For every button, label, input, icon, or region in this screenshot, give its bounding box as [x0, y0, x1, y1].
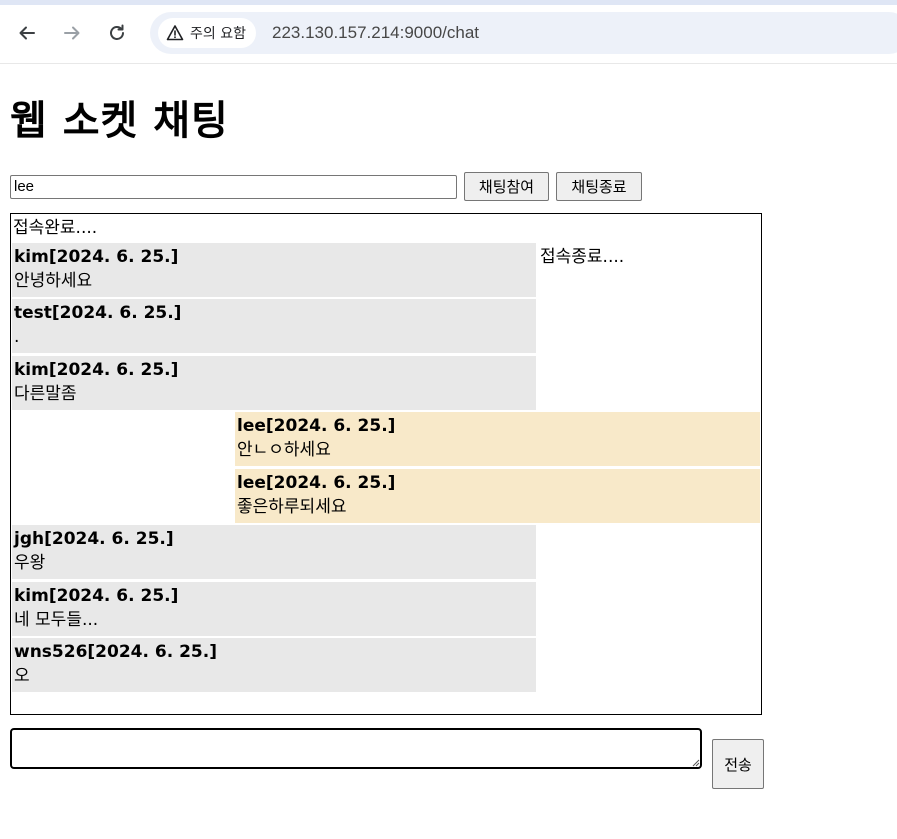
message-text: 네 모두들... — [14, 610, 99, 630]
status-ended: 접속종료.... — [540, 247, 625, 267]
message-sender: lee[2024. 6. 25.] — [237, 416, 396, 436]
arrow-right-icon — [64, 26, 80, 40]
message-text: . — [14, 327, 20, 347]
message-sender: kim[2024. 6. 25.] — [14, 247, 179, 267]
url-text[interactable]: 223.130.157.214:9000/chat — [272, 23, 479, 43]
chat-message: test[2024. 6. 25.] . — [12, 299, 536, 353]
reload-icon — [110, 24, 124, 40]
chat-message-mine: lee[2024. 6. 25.] 안ㄴㅇ하세요 — [235, 412, 760, 466]
message-sender: test[2024. 6. 25.] — [14, 303, 182, 323]
back-button[interactable] — [13, 19, 41, 47]
message-textarea[interactable] — [10, 728, 702, 769]
warning-icon — [166, 25, 184, 41]
message-sender: kim[2024. 6. 25.] — [14, 586, 179, 606]
security-chip[interactable]: 주의 요함 — [158, 18, 256, 48]
chat-log[interactable]: 접속완료.... 접속종료.... kim[2024. 6. 25.] 안녕하세… — [10, 213, 762, 715]
leave-chat-button[interactable]: 채팅종료 — [556, 172, 642, 201]
security-label: 주의 요함 — [190, 26, 246, 42]
status-connected: 접속완료.... — [13, 218, 98, 238]
chat-message-mine: lee[2024. 6. 25.] 좋은하루되세요 — [235, 469, 760, 523]
message-sender: jgh[2024. 6. 25.] — [14, 529, 174, 549]
resize-grip-icon[interactable] — [690, 757, 700, 767]
send-button[interactable]: 전송 — [712, 739, 764, 789]
chat-message: wns526[2024. 6. 25.] 오 — [12, 638, 536, 692]
browser-accent-strip — [0, 0, 897, 5]
message-sender: kim[2024. 6. 25.] — [14, 360, 179, 380]
page-title: 웹 소켓 채팅 — [10, 98, 229, 144]
message-sender: lee[2024. 6. 25.] — [237, 473, 396, 493]
message-sender: wns526[2024. 6. 25.] — [14, 642, 217, 662]
name-input[interactable] — [10, 175, 457, 199]
browser-toolbar: 주의 요함 223.130.157.214:9000/chat — [0, 0, 897, 64]
forward-button[interactable] — [58, 19, 86, 47]
chat-message: kim[2024. 6. 25.] 안녕하세요 — [12, 243, 536, 297]
message-text: 다른말좀 — [14, 384, 77, 404]
message-text: 안녕하세요 — [14, 271, 93, 291]
address-bar[interactable]: 주의 요함 223.130.157.214:9000/chat — [150, 12, 897, 54]
message-text: 오 — [14, 666, 30, 686]
message-text: 안ㄴㅇ하세요 — [237, 440, 331, 460]
chat-message: kim[2024. 6. 25.] 다른말좀 — [12, 356, 536, 410]
arrow-left-icon — [19, 26, 35, 40]
chat-message: kim[2024. 6. 25.] 네 모두들... — [12, 582, 536, 636]
message-text: 우왕 — [14, 553, 46, 573]
join-chat-button[interactable]: 채팅참여 — [464, 172, 549, 201]
reload-button[interactable] — [103, 19, 131, 47]
chat-message: jgh[2024. 6. 25.] 우왕 — [12, 525, 536, 579]
message-text: 좋은하루되세요 — [237, 497, 347, 517]
